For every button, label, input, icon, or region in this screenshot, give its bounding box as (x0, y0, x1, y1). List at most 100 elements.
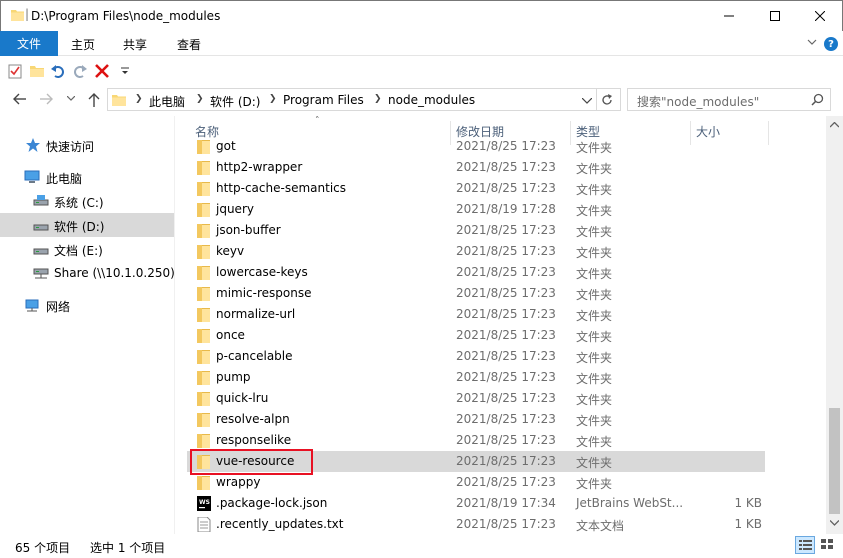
nav-item-this-pc[interactable]: 此电脑 (0, 165, 174, 189)
properties-icon[interactable] (7, 63, 23, 79)
file-row[interactable]: responselike 2021/8/25 17:23 文件夹 (187, 430, 765, 451)
nav-item-network[interactable]: 网络 (0, 293, 174, 317)
file-date: 2021/8/25 17:23 (456, 433, 556, 447)
address-divider (596, 89, 597, 110)
up-icon[interactable] (87, 92, 101, 108)
nav-label: 文档 (E:) (54, 244, 103, 258)
file-row[interactable]: resolve-alpn 2021/8/25 17:23 文件夹 (187, 409, 765, 430)
file-row[interactable]: wrappy 2021/8/25 17:23 文件夹 (187, 472, 765, 493)
address-bar[interactable]: ❯ 此电脑 ❯ 软件 (D:) ❯ Program Files ❯ node_m… (107, 88, 621, 111)
file-row[interactable]: http-cache-semantics 2021/8/25 17:23 文件夹 (187, 178, 765, 199)
customize-qat-icon[interactable] (117, 63, 133, 79)
column-divider[interactable] (768, 121, 769, 145)
search-icon[interactable] (811, 93, 824, 106)
nav-label: 系统 (C:) (54, 196, 104, 210)
nav-item-quick-access[interactable]: 快速访问 (0, 133, 174, 157)
title-bar: | D:\Program Files\node_modules (0, 0, 843, 31)
delete-icon[interactable] (94, 63, 110, 79)
close-icon (815, 11, 825, 21)
file-row[interactable]: got 2021/8/25 17:23 文件夹 (187, 136, 765, 157)
ribbon-tabs: 文件 主页 共享 查看 ? (0, 31, 843, 56)
breadcrumb-arrow-icon[interactable]: ❯ (374, 94, 382, 104)
file-row[interactable]: mimic-response 2021/8/25 17:23 文件夹 (187, 283, 765, 304)
file-row[interactable]: http2-wrapper 2021/8/25 17:23 文件夹 (187, 157, 765, 178)
scrollbar-thumb[interactable] (829, 408, 840, 514)
redo-icon[interactable] (72, 63, 88, 79)
breadcrumb-node-modules[interactable]: node_modules (388, 93, 475, 107)
file-type: 文件夹 (576, 351, 613, 365)
tab-home[interactable]: 主页 (71, 36, 95, 53)
file-date: 2021/8/25 17:23 (456, 181, 556, 195)
folder-icon (197, 266, 210, 280)
search-input[interactable]: 搜索"node_modules" (627, 88, 831, 111)
new-folder-icon[interactable] (29, 63, 45, 79)
file-row[interactable]: .recently_updates.txt 2021/8/25 17:23 文本文档… (187, 514, 765, 534)
breadcrumb-arrow-icon[interactable]: ❯ (269, 94, 277, 104)
tab-share[interactable]: 共享 (123, 36, 147, 53)
thumbnail-view-icon (821, 539, 833, 549)
help-icon[interactable]: ? (824, 37, 838, 51)
file-row[interactable]: normalize-url 2021/8/25 17:23 文件夹 (187, 304, 765, 325)
thumbnail-view-button[interactable] (818, 536, 838, 554)
maximize-button[interactable] (752, 1, 798, 31)
drive-icon (33, 224, 49, 231)
breadcrumb-this-pc[interactable]: 此电脑 (149, 93, 185, 110)
file-row[interactable]: lowercase-keys 2021/8/25 17:23 文件夹 (187, 262, 765, 283)
file-name: http-cache-semantics (216, 181, 347, 195)
file-row[interactable]: pump 2021/8/25 17:23 文件夹 (187, 367, 765, 388)
close-button[interactable] (797, 1, 843, 31)
vertical-scrollbar[interactable] (826, 116, 843, 534)
file-date: 2021/8/25 17:23 (456, 475, 556, 489)
folder-icon (197, 329, 210, 343)
file-type: 文件夹 (576, 393, 613, 407)
network-icon (25, 299, 39, 312)
nav-item-drive-c[interactable]: 系统 (C:) (0, 189, 174, 213)
undo-icon[interactable] (50, 63, 66, 79)
folder-icon (197, 287, 210, 301)
folder-icon (197, 182, 210, 196)
file-row[interactable]: p-cancelable 2021/8/25 17:23 文件夹 (187, 346, 765, 367)
file-name: lowercase-keys (216, 265, 308, 279)
file-row[interactable]: quick-lru 2021/8/25 17:23 文件夹 (187, 388, 765, 409)
file-date: 2021/8/25 17:23 (456, 307, 556, 321)
tab-file[interactable]: 文件 (0, 31, 58, 56)
nav-label: 软件 (D:) (54, 220, 105, 234)
file-row[interactable]: json-buffer 2021/8/25 17:23 文件夹 (187, 220, 765, 241)
file-name: mimic-response (216, 286, 312, 300)
details-view-button[interactable] (795, 536, 815, 554)
file-date: 2021/8/25 17:23 (456, 160, 556, 174)
file-row[interactable]: keyv 2021/8/25 17:23 文件夹 (187, 241, 765, 262)
nav-item-drive-e[interactable]: 文档 (E:) (0, 237, 174, 261)
scroll-down-icon[interactable] (830, 520, 839, 526)
breadcrumb-arrow-icon[interactable]: ❯ (135, 94, 143, 104)
nav-item-share[interactable]: Share (\\10.1.0.250) ( (0, 261, 183, 285)
scroll-up-icon[interactable] (830, 122, 839, 128)
file-row[interactable]: once 2021/8/25 17:23 文件夹 (187, 325, 765, 346)
breadcrumb-drive-d[interactable]: 软件 (D:) (210, 93, 260, 110)
file-date: 2021/8/25 17:23 (456, 370, 556, 384)
item-count: 65 个项目 (15, 541, 71, 555)
breadcrumb-arrow-icon[interactable]: ❯ (196, 94, 204, 104)
recent-locations-icon[interactable] (67, 96, 75, 102)
file-name: quick-lru (216, 391, 269, 405)
breadcrumb-program-files[interactable]: Program Files (283, 93, 364, 107)
file-row[interactable]: WS .package-lock.json 2021/8/19 17:34 JetBr… (187, 493, 765, 514)
folder-icon (197, 434, 210, 448)
tab-view[interactable]: 查看 (177, 36, 201, 53)
refresh-icon[interactable] (600, 93, 614, 107)
address-dropdown-icon[interactable] (582, 98, 592, 104)
file-type: 文件夹 (576, 414, 613, 428)
quick-access-toolbar (0, 57, 843, 84)
ribbon-expand-icon[interactable] (807, 37, 817, 47)
computer-icon (24, 170, 40, 183)
forward-icon[interactable] (38, 92, 54, 106)
file-name: json-buffer (216, 223, 281, 237)
drive-icon (33, 248, 49, 255)
nav-item-drive-d[interactable]: 软件 (D:) (0, 213, 174, 237)
folder-icon (197, 161, 210, 175)
file-name: jquery (216, 202, 254, 216)
back-icon[interactable] (12, 92, 28, 106)
minimize-button[interactable] (706, 1, 752, 31)
file-row[interactable]: jquery 2021/8/19 17:28 文件夹 (187, 199, 765, 220)
minimize-icon (724, 15, 734, 17)
